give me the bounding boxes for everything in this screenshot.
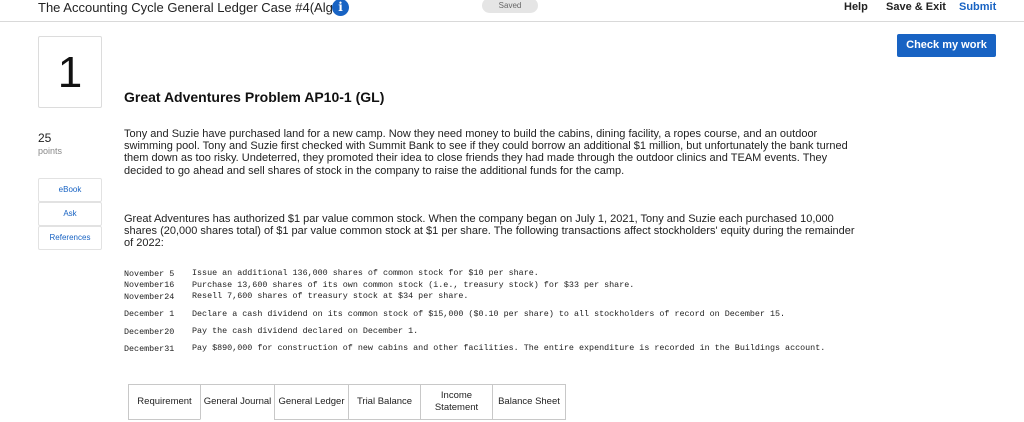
transaction-row: December 1 Declare a cash dividend on it…: [124, 303, 864, 326]
saved-status-badge: Saved: [482, 0, 538, 13]
transaction-date: November24: [124, 291, 175, 302]
problem-paragraph-2: Great Adventures has authorized $1 par v…: [124, 213, 855, 250]
transaction-date: December20: [124, 326, 175, 337]
transaction-row: November24 Resell 7,600 shares of treasu…: [124, 291, 864, 303]
problem-title: Great Adventures Problem AP10-1 (GL): [124, 89, 385, 105]
info-icon[interactable]: i: [332, 0, 349, 16]
ebook-link[interactable]: eBook: [38, 178, 102, 202]
help-link[interactable]: Help: [844, 1, 868, 14]
save-exit-link[interactable]: Save & Exit: [886, 1, 946, 14]
transaction-row: December20 Pay the cash dividend declare…: [124, 326, 864, 338]
tab-general-ledger[interactable]: General Ledger: [274, 384, 348, 420]
transaction-description: Issue an additional 136,000 shares of co…: [192, 268, 539, 279]
tab-trial-balance[interactable]: Trial Balance: [348, 384, 420, 420]
transaction-date: November16: [124, 280, 175, 291]
points-value: 25: [38, 131, 52, 145]
transaction-description: Pay $890,000 for construction of new cab…: [192, 343, 826, 354]
ask-link[interactable]: Ask: [38, 202, 102, 226]
transaction-row: November 5 Issue an additional 136,000 s…: [124, 268, 864, 280]
transaction-description: Declare a cash dividend on its common st…: [192, 308, 786, 319]
question-number-card: 1: [38, 36, 102, 108]
tab-balance-sheet[interactable]: Balance Sheet: [492, 384, 566, 420]
references-link[interactable]: References: [38, 226, 102, 250]
question-number: 1: [57, 48, 83, 97]
transaction-date: December31: [124, 343, 175, 354]
problem-paragraph-1: Tony and Suzie have purchased land for a…: [124, 128, 848, 177]
transaction-list: November 5 Issue an additional 136,000 s…: [124, 268, 864, 360]
transaction-description: Pay the cash dividend declared on Decemb…: [192, 326, 419, 337]
tab-general-journal[interactable]: General Journal: [200, 384, 274, 420]
points-label: points: [38, 146, 63, 156]
check-my-work-button[interactable]: Check my work: [897, 34, 996, 57]
transaction-row: December31 Pay $890,000 for construction…: [124, 337, 864, 360]
submit-link[interactable]: Submit: [959, 1, 996, 14]
requirement-tabs: Requirement General Journal General Ledg…: [128, 384, 566, 420]
assignment-title: The Accounting Cycle General Ledger Case…: [38, 0, 345, 15]
transaction-description: Resell 7,600 shares of treasury stock at…: [192, 291, 469, 302]
transaction-date: November 5: [124, 268, 175, 279]
transaction-row: November16 Purchase 13,600 shares of its…: [124, 280, 864, 292]
tab-income-statement[interactable]: Income Statement: [420, 384, 492, 420]
tab-requirement[interactable]: Requirement: [128, 384, 200, 420]
top-bar: The Accounting Cycle General Ledger Case…: [0, 0, 1024, 22]
transaction-date: December 1: [124, 309, 175, 320]
transaction-description: Purchase 13,600 shares of its own common…: [192, 279, 635, 290]
